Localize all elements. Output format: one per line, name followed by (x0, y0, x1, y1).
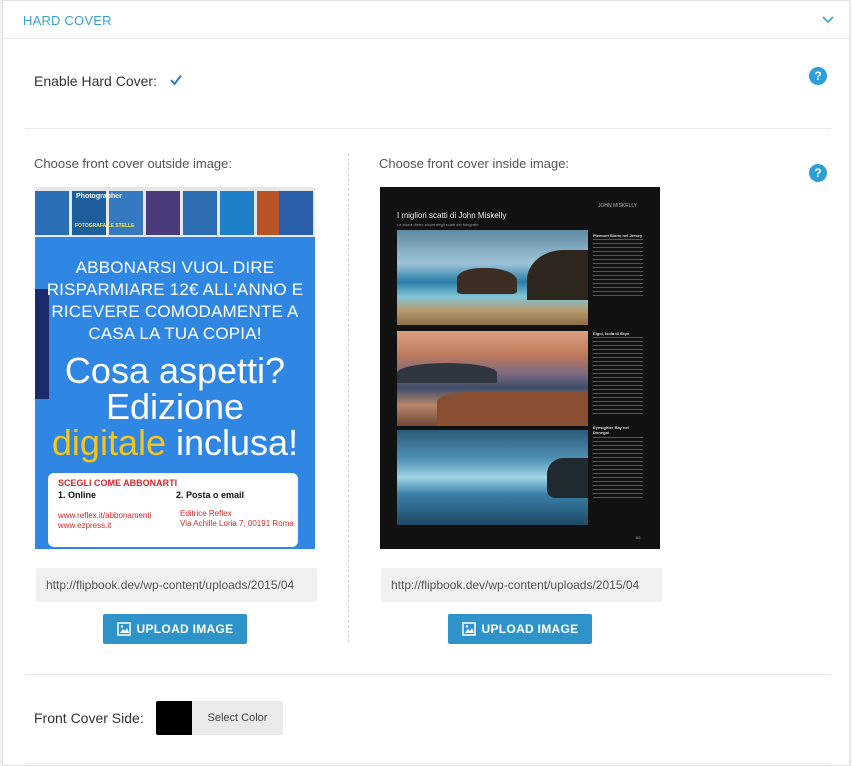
help-icon[interactable]: ? (809, 67, 827, 85)
panel-header[interactable]: HARD COVER (3, 1, 849, 39)
chevron-down-icon[interactable] (821, 15, 835, 25)
select-color-button[interactable]: Select Color (192, 701, 283, 735)
address-2: Via Achille Loria 7, 00191 Roma (180, 519, 294, 528)
page-header-right: JOHN MISKELLY (598, 203, 638, 209)
inside-image-preview: I migliori scatti di John Miskelly La st… (380, 187, 660, 549)
ad-big-2: Edizione (105, 386, 245, 427)
column-text-1 (593, 239, 643, 299)
panel-title: HARD COVER (23, 13, 112, 28)
outside-image-label: Choose front cover outside image: (34, 156, 232, 171)
magazine-strip: Photographer FOTOGRAFA LE STELLE (35, 187, 315, 237)
card-title: SCEGLI COME ABBONARTI (58, 478, 178, 488)
enable-hard-cover-label: Enable Hard Cover: (34, 73, 157, 89)
divider (25, 763, 831, 764)
ad-card: SCEGLI COME ABBONARTI 1. Online 2. Posta… (48, 473, 298, 547)
front-cover-side-label: Front Cover Side: (34, 710, 144, 726)
outside-image-url[interactable]: http://flipbook.dev/wp-content/uploads/2… (36, 568, 317, 602)
divider (25, 128, 831, 129)
image-icon (116, 622, 131, 636)
page-title: I migliori scatti di John Miskelly (397, 211, 507, 220)
photo-3 (397, 430, 588, 525)
photo-1 (397, 230, 588, 325)
ad-line-2: RISPARMIARE 12€ ALL'ANNO E (46, 280, 304, 299)
divider (25, 674, 831, 675)
photo-2 (397, 331, 588, 426)
column-text-3 (593, 437, 643, 501)
address-1: Editrice Reflex (180, 509, 232, 518)
hard-cover-panel: HARD COVER Enable Hard Cover: ? Choose f… (2, 0, 850, 766)
caption-1: Plemont Storm nel Jersey (593, 233, 643, 238)
page-subtitle: La storia dietro alcuni degli scatti del… (397, 222, 479, 227)
caption-2: Elgol, Isola di Skye (593, 331, 630, 336)
inside-page: I migliori scatti di John Miskelly La st… (380, 187, 660, 549)
option-online: 1. Online (58, 490, 97, 500)
enable-hard-cover-checkbox[interactable] (169, 73, 183, 87)
image-icon (461, 622, 476, 636)
ad-big-1: Cosa aspetti? (64, 350, 286, 391)
page-number: 65 (636, 535, 641, 540)
color-swatch[interactable] (156, 701, 192, 735)
ad-line-4: CASA LA TUA COPIA! (88, 324, 262, 343)
help-icon[interactable]: ? (809, 164, 827, 182)
mag-subtitle: FOTOGRAFA LE STELLE (75, 223, 135, 229)
column-divider (348, 153, 349, 643)
ad-line-3: RICEVERE COMODAMENTE A (51, 302, 299, 321)
ad-body: ABBONARSI VUOL DIRE RISPARMIARE 12€ ALL'… (35, 237, 315, 549)
option-post: 2. Posta o email (176, 490, 245, 500)
inside-upload-button[interactable]: UPLOAD IMAGE (448, 614, 592, 644)
caption-3: Eyesighter Bay nel Donegal (593, 425, 629, 435)
mag-title: Photographer (76, 193, 122, 200)
link-ezpress: www.ezpress.it (58, 521, 112, 530)
outside-upload-button[interactable]: UPLOAD IMAGE (103, 614, 247, 644)
ad-line-1: ABBONARSI VUOL DIRE (75, 258, 275, 277)
ad-big-3: digitale inclusa! (51, 422, 299, 463)
link-reflex: www.reflex.it/abbonamenti (58, 511, 152, 520)
column-text-2 (593, 337, 643, 417)
outside-image-preview: Photographer FOTOGRAFA LE STELLE ABBONAR… (35, 187, 315, 549)
inside-image-url[interactable]: http://flipbook.dev/wp-content/uploads/2… (381, 568, 662, 602)
inside-image-label: Choose front cover inside image: (379, 156, 570, 171)
